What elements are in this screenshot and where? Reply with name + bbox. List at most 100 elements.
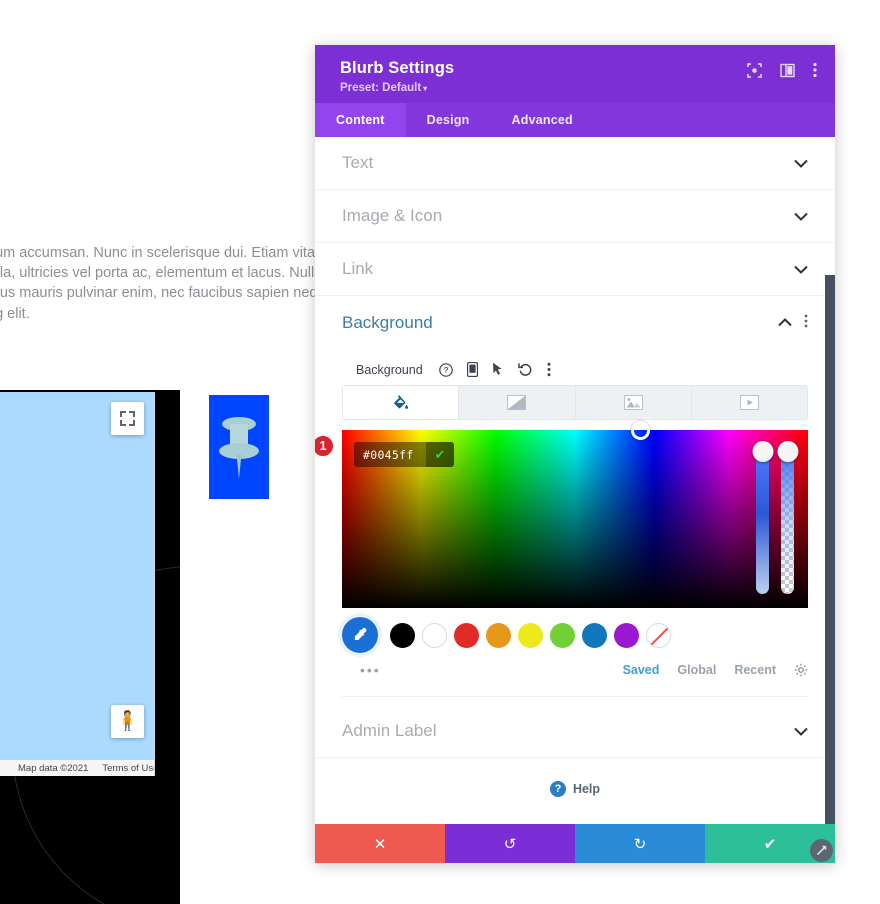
more-colors-button[interactable]: ••• bbox=[342, 662, 381, 678]
swatch-purple[interactable] bbox=[614, 622, 639, 648]
swatch-red[interactable] bbox=[454, 622, 479, 648]
swatch-black[interactable] bbox=[390, 622, 415, 648]
fullscreen-icon bbox=[120, 411, 135, 426]
hex-input-group: ✔ bbox=[354, 442, 454, 467]
help-row[interactable]: ? Help bbox=[315, 758, 835, 820]
eyedropper-button[interactable] bbox=[342, 617, 378, 653]
background-image-tab[interactable] bbox=[575, 386, 692, 419]
layout-view-icon[interactable] bbox=[780, 63, 795, 78]
color-sliders bbox=[752, 441, 798, 594]
modal-footer: ✕ ↺ ↻ ✔ bbox=[315, 824, 835, 863]
hover-cursor-icon[interactable] bbox=[492, 362, 504, 377]
chevron-down-icon bbox=[794, 210, 808, 223]
swatch-blue[interactable] bbox=[582, 622, 607, 648]
section-label: Link bbox=[342, 259, 374, 278]
modal-header: Blurb Settings Preset: Default ▾ bbox=[315, 45, 835, 103]
chevron-down-icon bbox=[794, 157, 808, 170]
paint-bucket-icon bbox=[394, 395, 409, 409]
confirm-color-button[interactable]: ✔ bbox=[426, 442, 454, 467]
reset-icon[interactable] bbox=[517, 362, 533, 377]
swatch-green[interactable] bbox=[550, 622, 575, 648]
background-control-row: Background ? bbox=[342, 349, 808, 385]
section-label: Image & Icon bbox=[342, 206, 443, 225]
more-vertical-icon[interactable] bbox=[813, 62, 817, 78]
tab-advanced[interactable]: Advanced bbox=[491, 103, 594, 137]
background-type-tabs bbox=[342, 385, 808, 420]
tab-content[interactable]: Content bbox=[315, 103, 406, 137]
responsive-mobile-icon[interactable] bbox=[466, 362, 478, 377]
preset-selector[interactable]: Preset: Default ▾ bbox=[340, 82, 454, 94]
alpha-slider-handle[interactable] bbox=[777, 441, 798, 462]
cancel-button[interactable]: ✕ bbox=[315, 824, 445, 863]
saturation-brightness-area[interactable]: 1 ✔ bbox=[315, 421, 808, 608]
section-options-icon[interactable] bbox=[804, 314, 808, 331]
color-cursor[interactable] bbox=[631, 421, 650, 440]
palette-tab-recent[interactable]: Recent bbox=[734, 663, 776, 677]
eyedropper-icon bbox=[354, 627, 366, 640]
redo-button[interactable]: ↻ bbox=[575, 824, 705, 863]
color-picker: 1 ✔ bbox=[315, 421, 808, 697]
paragraph-line: rmentum accumsan. Nunc in scelerisque du… bbox=[0, 245, 324, 261]
blurb-settings-modal: Blurb Settings Preset: Default ▾ Content… bbox=[315, 45, 835, 863]
divider bbox=[342, 696, 808, 697]
map-pegman-button[interactable]: 🧍 bbox=[111, 705, 144, 738]
screen: rmentum accumsan. Nunc in scelerisque du… bbox=[0, 0, 880, 904]
background-gradient-tab[interactable] bbox=[459, 386, 576, 419]
color-swatch-row bbox=[342, 608, 808, 653]
focus-icon[interactable] bbox=[747, 62, 762, 78]
options-icon[interactable] bbox=[547, 362, 551, 377]
hue-slider-handle[interactable] bbox=[752, 441, 773, 462]
modal-title: Blurb Settings bbox=[340, 59, 455, 77]
modal-tabs: Content Design Advanced bbox=[315, 103, 835, 137]
image-icon bbox=[623, 395, 643, 410]
push-pin-icon bbox=[219, 417, 259, 479]
chevron-up-icon bbox=[778, 316, 792, 329]
section-image-icon[interactable]: Image & Icon bbox=[315, 190, 835, 243]
palette-tab-saved[interactable]: Saved bbox=[623, 663, 660, 677]
gradient-icon bbox=[507, 395, 527, 410]
help-icon[interactable]: ? bbox=[438, 362, 453, 377]
undo-button[interactable]: ↺ bbox=[445, 824, 575, 863]
section-label: Text bbox=[342, 153, 374, 172]
modal-scrollbar[interactable] bbox=[825, 275, 835, 824]
palette-tab-global[interactable]: Global bbox=[677, 663, 716, 677]
background-color-tab[interactable] bbox=[343, 386, 460, 419]
section-background[interactable]: Background bbox=[315, 296, 835, 349]
resize-icon bbox=[816, 845, 827, 856]
chevron-down-icon bbox=[794, 725, 808, 738]
palette-footer: ••• Saved Global Recent bbox=[342, 653, 808, 678]
hue-slider[interactable] bbox=[752, 441, 773, 594]
chevron-down-icon: ▾ bbox=[423, 84, 428, 93]
alpha-slider[interactable] bbox=[777, 441, 798, 594]
paragraph-line: us, lacus mauris pulvinar enim, nec fauc… bbox=[0, 285, 326, 302]
map-attribution-bar: Map data ©2021 Terms of Use bbox=[0, 760, 154, 776]
swatch-white[interactable] bbox=[422, 622, 447, 648]
paragraph-line: piscing elit. bbox=[0, 305, 30, 322]
hex-color-input[interactable] bbox=[354, 442, 426, 467]
resize-handle[interactable] bbox=[810, 839, 833, 862]
modal-body: Text Image & Icon Link Background Backgr… bbox=[315, 137, 835, 824]
background-video-tab[interactable] bbox=[691, 386, 807, 419]
swatch-orange[interactable] bbox=[486, 622, 511, 648]
section-link[interactable]: Link bbox=[315, 243, 835, 296]
swatch-yellow[interactable] bbox=[518, 622, 543, 648]
section-admin-label[interactable]: Admin Label bbox=[315, 705, 835, 758]
blurb-module-preview[interactable] bbox=[209, 395, 269, 499]
step-badge-1: 1 bbox=[315, 434, 335, 458]
map-fullscreen-button[interactable] bbox=[111, 402, 144, 435]
map-terms-link[interactable]: Terms of Use bbox=[102, 763, 154, 774]
swatch-none[interactable] bbox=[646, 622, 671, 648]
help-label: Help bbox=[572, 782, 601, 796]
svg-text:?: ? bbox=[443, 365, 448, 375]
section-label: Admin Label bbox=[342, 721, 437, 740]
help-icon: ? bbox=[549, 781, 566, 797]
section-label: Background bbox=[342, 312, 433, 332]
paragraph-line: us ligula, ultricies vel porta ac, eleme… bbox=[0, 265, 323, 282]
gear-icon[interactable] bbox=[794, 663, 808, 677]
preset-label: Preset: Default bbox=[340, 82, 422, 94]
tab-design[interactable]: Design bbox=[406, 103, 491, 137]
map-panel[interactable]: 🧍 Map data ©2021 Terms of Use bbox=[0, 392, 155, 776]
video-icon bbox=[739, 395, 759, 410]
page-paragraph: rmentum accumsan. Nunc in scelerisque du… bbox=[0, 243, 338, 324]
section-text[interactable]: Text bbox=[315, 137, 835, 190]
